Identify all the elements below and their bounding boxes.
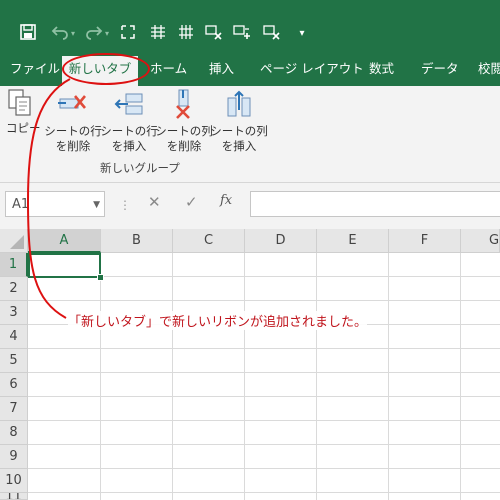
tab-home[interactable]: ホーム (150, 50, 187, 86)
row-header-9[interactable]: 9 (0, 445, 28, 469)
annotation-callout-text: 「新しいタブ」で新しいリボンが追加されました。 (68, 311, 368, 330)
column-header-d[interactable]: D (245, 229, 317, 253)
tab-data[interactable]: データ (421, 50, 459, 86)
formula-bar-grip-icon: ⋮ (119, 198, 131, 212)
annotation-highlight-oval (62, 53, 150, 85)
gridline (28, 468, 500, 469)
enter-icon[interactable]: ✓ (185, 193, 198, 211)
quick-access-toolbar: ▾ ▾ ▾ (0, 0, 500, 50)
name-box-value: A1 (12, 197, 30, 212)
customize-qat-icon[interactable]: ▾ (292, 24, 312, 44)
column-header-a[interactable]: A (28, 229, 101, 253)
row-header-4[interactable]: 4 (0, 325, 28, 349)
delete-rows-label-1: シートの行 (44, 124, 102, 138)
gridline (28, 444, 500, 445)
redo-dropdown-icon[interactable]: ▾ (102, 24, 112, 44)
insert-columns-label-1: シートの列 (210, 124, 268, 138)
tab-page-layout[interactable]: ページ レイアウト (260, 50, 364, 86)
row-header-7[interactable]: 7 (0, 397, 28, 421)
insert-rows-label-2: を挿入 (111, 139, 147, 153)
insert-sheet-rows-button[interactable]: シートの行 を挿入 (100, 88, 158, 154)
formula-bar: A1 ▼ ⋮ ✕ ✓ fx (0, 183, 500, 229)
insert-row-icon[interactable] (232, 24, 252, 44)
gridline (28, 396, 500, 397)
row-header-11[interactable]: 11 (0, 493, 28, 500)
row-header-1[interactable]: 1 (0, 253, 28, 277)
name-box-dropdown-icon[interactable]: ▼ (93, 192, 100, 218)
tab-file[interactable]: ファイル (10, 50, 60, 86)
delete-columns-icon (176, 89, 190, 119)
delete-columns-label-1: シートの列 (155, 124, 213, 138)
column-header-e[interactable]: E (317, 229, 389, 253)
copy-button[interactable]: コピー (6, 88, 41, 136)
delete-rows-label-2: を削除 (55, 139, 91, 153)
row-header-2[interactable]: 2 (0, 277, 28, 301)
gridline (28, 420, 500, 421)
gridline (172, 253, 173, 500)
undo-dropdown-icon[interactable]: ▾ (68, 24, 78, 44)
gridline (28, 492, 500, 493)
insert-sheet-columns-button[interactable]: シートの列 を挿入 (210, 88, 268, 154)
name-box[interactable]: A1 ▼ (5, 191, 105, 217)
formula-input[interactable] (250, 191, 500, 217)
gridline (28, 348, 500, 349)
redo-icon[interactable] (84, 24, 104, 44)
delete-sheet-rows-button[interactable]: シートの行 を削除 (44, 88, 102, 154)
row-header-10[interactable]: 10 (0, 469, 28, 493)
row-header-6[interactable]: 6 (0, 373, 28, 397)
ribbon-panel: コピー シートの行 を削除 シートの行 を挿入 シートの列 を削除 シートの列 … (0, 86, 500, 183)
gridline (100, 253, 101, 500)
gridline (316, 253, 317, 500)
copy-label: コピー (6, 121, 41, 135)
delete-sheet-columns-button[interactable]: シートの列 を削除 (155, 88, 213, 154)
gridline (28, 300, 500, 301)
worksheet-grid[interactable]: A B C D E F G 1 2 3 4 5 6 7 8 9 10 11 (0, 229, 500, 500)
row-header-3[interactable]: 3 (0, 301, 28, 325)
delete-col-icon[interactable] (262, 24, 282, 44)
row-icon[interactable] (148, 24, 168, 44)
delete-columns-label-2: を削除 (166, 139, 202, 153)
select-all-button[interactable] (0, 229, 28, 253)
column-header-c[interactable]: C (173, 229, 245, 253)
row-header-5[interactable]: 5 (0, 349, 28, 373)
gridline (244, 253, 245, 500)
tab-review[interactable]: 校閲 (478, 50, 500, 86)
cancel-icon[interactable]: ✕ (148, 193, 161, 211)
row-header-8[interactable]: 8 (0, 421, 28, 445)
save-icon[interactable] (18, 24, 38, 44)
delete-rows-icon (58, 95, 86, 109)
column-header-b[interactable]: B (101, 229, 173, 253)
ribbon-group-label: 新しいグループ (100, 161, 180, 175)
fill-handle[interactable] (97, 274, 104, 281)
tab-formulas[interactable]: 数式 (369, 50, 394, 86)
gridline (388, 253, 389, 500)
column-header-g[interactable]: G (461, 229, 500, 253)
active-cell-a1[interactable] (28, 253, 101, 278)
insert-columns-label-2: を挿入 (221, 139, 257, 153)
column-icon[interactable] (176, 24, 196, 44)
undo-icon[interactable] (50, 24, 70, 44)
column-header-f[interactable]: F (389, 229, 461, 253)
insert-rows-icon (114, 93, 143, 115)
gridline (28, 372, 500, 373)
new-tab-icon[interactable] (118, 24, 138, 44)
copy-icon (8, 89, 31, 116)
insert-function-icon[interactable]: fx (220, 193, 232, 208)
gridline (460, 253, 461, 500)
insert-rows-label-1: シートの行 (100, 124, 158, 138)
tab-insert[interactable]: 挿入 (209, 50, 234, 86)
insert-columns-icon (227, 90, 251, 117)
delete-row-icon[interactable] (204, 24, 224, 44)
